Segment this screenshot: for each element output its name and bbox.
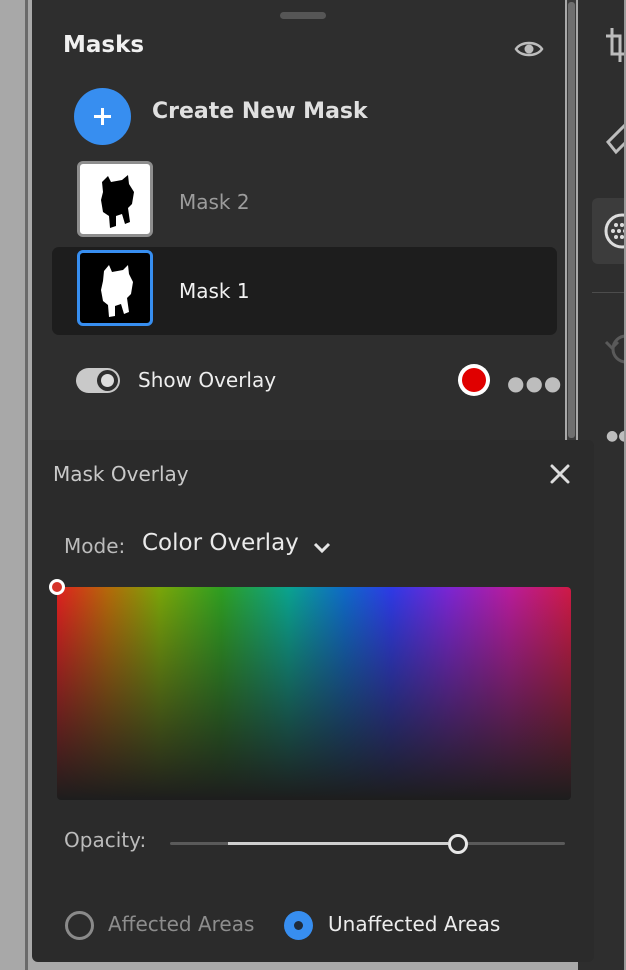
close-icon[interactable] — [549, 463, 571, 485]
silhouette-icon — [101, 175, 134, 228]
scrollbar[interactable] — [567, 0, 576, 440]
show-overlay-label: Show Overlay — [138, 368, 277, 392]
affected-areas-radio[interactable] — [65, 911, 94, 940]
left-margin-strip — [0, 0, 28, 970]
left-strip-edge — [25, 0, 28, 970]
create-new-mask-label[interactable]: Create New Mask — [152, 99, 368, 124]
mode-dropdown[interactable]: Color Overlay — [142, 530, 299, 556]
affected-areas-label[interactable]: Affected Areas — [108, 912, 254, 936]
overlay-color-fill — [462, 368, 486, 392]
scrollbar-thumb[interactable] — [568, 2, 575, 438]
mask-label: Mask 1 — [179, 279, 250, 303]
mask-item-2[interactable]: Mask 2 — [52, 158, 557, 246]
panel-title: Masks — [63, 32, 145, 58]
opacity-slider-knob[interactable] — [448, 834, 469, 854]
color-picker-field[interactable] — [49, 579, 571, 800]
overlay-color-swatch[interactable] — [458, 364, 490, 396]
plus-icon — [94, 108, 111, 125]
unaffected-areas-radio[interactable] — [284, 911, 313, 940]
eye-icon[interactable] — [514, 38, 544, 60]
opacity-label: Opacity: — [64, 828, 147, 852]
create-new-mask-button[interactable] — [74, 88, 131, 145]
mask-overlay-panel: Mask Overlay Mode: Color Overlay Opacity… — [32, 440, 594, 962]
unaffected-areas-label[interactable]: Unaffected Areas — [328, 912, 500, 936]
show-overlay-toggle[interactable] — [76, 368, 120, 393]
color-picker-handle[interactable] — [49, 579, 65, 595]
more-options-icon[interactable]: ●●● — [507, 371, 562, 395]
chevron-down-icon[interactable] — [313, 539, 331, 554]
mode-label: Mode: — [64, 534, 126, 558]
toggle-knob — [97, 370, 118, 391]
opacity-slider-fill — [228, 842, 449, 845]
silhouette-icon — [101, 265, 133, 317]
drag-handle[interactable] — [280, 12, 326, 19]
mask-thumbnail[interactable] — [77, 250, 153, 326]
mask-thumbnail[interactable] — [77, 161, 153, 237]
mask-item-1[interactable]: Mask 1 — [52, 247, 557, 335]
overlay-panel-title: Mask Overlay — [53, 462, 189, 486]
mask-label: Mask 2 — [179, 190, 250, 214]
